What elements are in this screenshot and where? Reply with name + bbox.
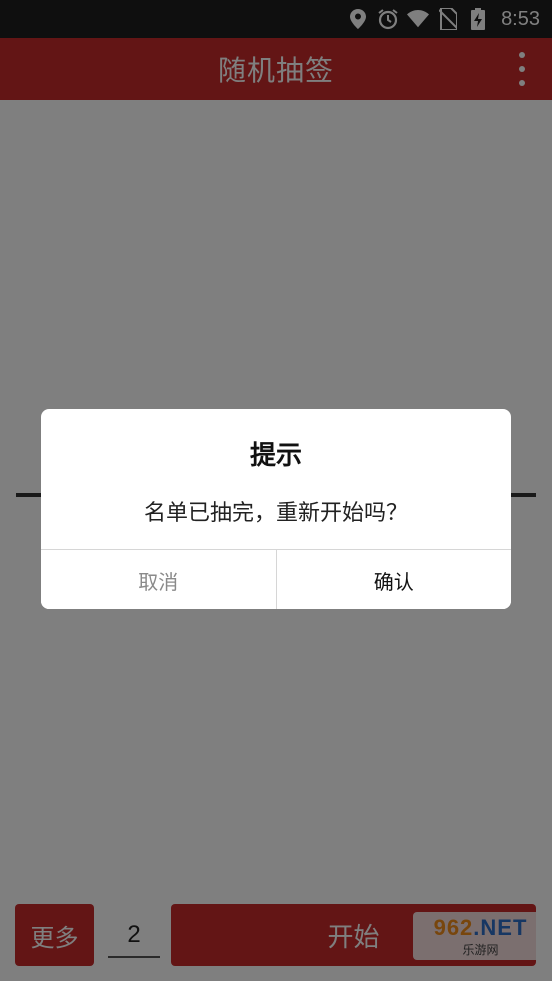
- confirm-button[interactable]: 确认: [276, 550, 511, 609]
- dialog-actions: 取消 确认: [41, 549, 511, 609]
- dialog-title: 提示: [249, 441, 302, 471]
- cancel-button[interactable]: 取消: [41, 550, 277, 609]
- dialog-message: 名单已抽完，重新开始吗？: [143, 501, 408, 526]
- confirm-dialog: 提示 名单已抽完，重新开始吗？ 取消 确认: [41, 409, 511, 609]
